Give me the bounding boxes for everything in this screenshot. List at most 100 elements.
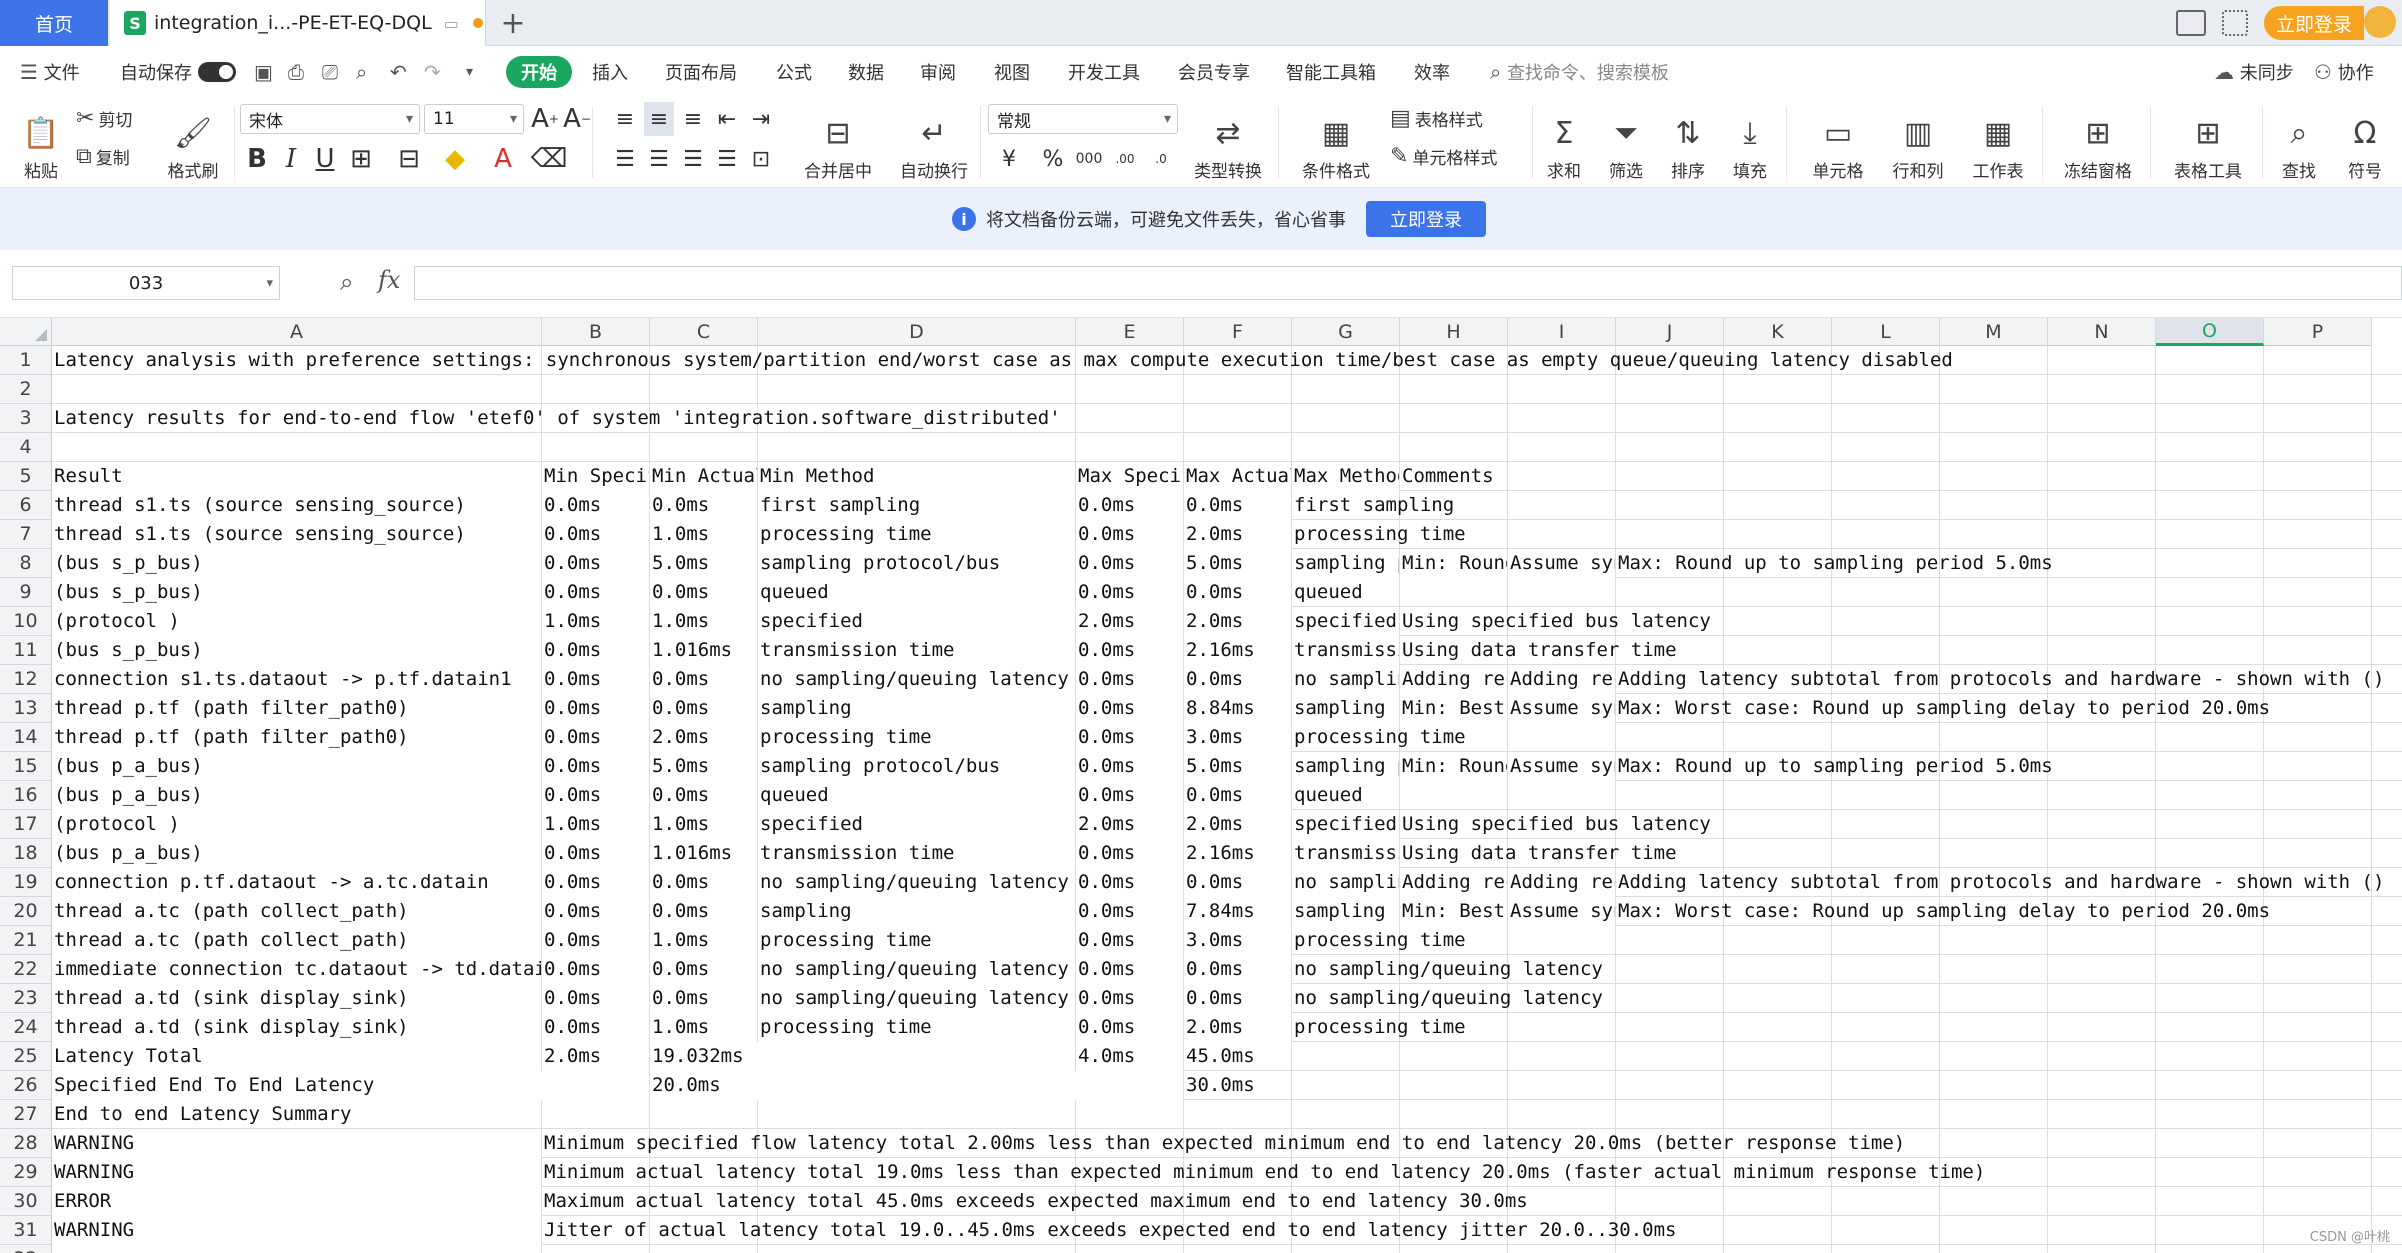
font-size-select[interactable]: 11 bbox=[424, 104, 524, 134]
type-convert-button[interactable]: ⇄ 类型转换 bbox=[1186, 100, 1270, 186]
sum-button[interactable]: Σ 求和 bbox=[1534, 100, 1594, 186]
cell-e23[interactable]: 0.0ms bbox=[1076, 984, 1183, 1013]
cell-h11[interactable]: Using data transfer time bbox=[1400, 636, 2398, 665]
cell-e22[interactable]: 0.0ms bbox=[1076, 955, 1183, 984]
wrap-text-button[interactable]: ↵ 自动换行 bbox=[892, 100, 976, 186]
cell-a13[interactable]: thread p.tf (path filter_path0) bbox=[52, 694, 541, 723]
formula-input[interactable] bbox=[414, 266, 2402, 300]
new-tab-button[interactable]: + bbox=[496, 4, 530, 42]
row-header-24[interactable]: 24 bbox=[0, 1013, 52, 1042]
cell-i19[interactable]: Adding recursive bbox=[1508, 868, 1615, 897]
row-header-23[interactable]: 23 bbox=[0, 984, 52, 1013]
underline-icon[interactable]: U bbox=[310, 142, 340, 176]
cell-e24[interactable]: 0.0ms bbox=[1076, 1013, 1183, 1042]
cell-d15[interactable]: sampling protocol/bus bbox=[758, 752, 1075, 781]
align-middle-icon[interactable]: ≡ bbox=[644, 102, 674, 136]
cell-a14[interactable]: thread p.tf (path filter_path0) bbox=[52, 723, 541, 752]
cell-f5[interactable]: Max Actual bbox=[1184, 462, 1291, 491]
save-icon[interactable]: ▣ bbox=[254, 46, 273, 98]
bold-icon[interactable]: B bbox=[242, 142, 272, 176]
row-header-21[interactable]: 21 bbox=[0, 926, 52, 955]
row-header-26[interactable]: 26 bbox=[0, 1071, 52, 1100]
cell-c23[interactable]: 0.0ms bbox=[650, 984, 757, 1013]
cell-d7[interactable]: processing time bbox=[758, 520, 1075, 549]
cell-e20[interactable]: 0.0ms bbox=[1076, 897, 1183, 926]
font-color-icon[interactable]: A bbox=[488, 142, 518, 176]
cell-g10[interactable]: specified bbox=[1292, 607, 1399, 636]
tab-member[interactable]: 会员专享 bbox=[1178, 46, 1250, 98]
cell-h13[interactable]: Min: Best case bbox=[1400, 694, 1507, 723]
cell-a15[interactable]: (bus p_a_bus) bbox=[52, 752, 541, 781]
copy-button[interactable]: ⧉ 复制 bbox=[76, 144, 130, 169]
cell-f22[interactable]: 0.0ms bbox=[1184, 955, 1291, 984]
cell-i8[interactable]: Assume synchronous bbox=[1508, 549, 1615, 578]
distribute-icon[interactable]: ⊡ bbox=[746, 142, 776, 176]
cell-e18[interactable]: 0.0ms bbox=[1076, 839, 1183, 868]
cell-a24[interactable]: thread a.td (sink display_sink) bbox=[52, 1013, 541, 1042]
cell-style-button[interactable]: ✎ 单元格样式 bbox=[1390, 144, 1497, 169]
cell-b16[interactable]: 0.0ms bbox=[542, 781, 649, 810]
cell-h19[interactable]: Adding recursive bbox=[1400, 868, 1507, 897]
italic-icon[interactable]: I bbox=[276, 142, 306, 176]
cut-button[interactable]: ✂ 剪切 bbox=[76, 106, 132, 131]
cell-g12[interactable]: no sampling/queuing latency bbox=[1292, 665, 1399, 694]
cell-a29[interactable]: WARNING bbox=[52, 1158, 541, 1187]
cell-d22[interactable]: no sampling/queuing latency bbox=[758, 955, 1075, 984]
cell-e10[interactable]: 2.0ms bbox=[1076, 607, 1183, 636]
cell-a9[interactable]: (bus s_p_bus) bbox=[52, 578, 541, 607]
cell-b30[interactable]: Maximum actual latency total 45.0ms exce… bbox=[542, 1187, 2398, 1216]
cell-j13[interactable]: Max: Worst case: Round up sampling delay… bbox=[1616, 694, 2398, 723]
cell-e19[interactable]: 0.0ms bbox=[1076, 868, 1183, 897]
cell-c25[interactable]: 19.032ms bbox=[650, 1042, 1075, 1071]
cell-b31[interactable]: Jitter of actual latency total 19.0..45.… bbox=[542, 1216, 2398, 1245]
cell-i15[interactable]: Assume synchronous bbox=[1508, 752, 1615, 781]
cell-b24[interactable]: 0.0ms bbox=[542, 1013, 649, 1042]
cell-c24[interactable]: 1.0ms bbox=[650, 1013, 757, 1042]
column-header-n[interactable]: N bbox=[2048, 318, 2156, 346]
column-header-f[interactable]: F bbox=[1184, 318, 1292, 346]
cell-f13[interactable]: 8.84ms bbox=[1184, 694, 1291, 723]
cell-c12[interactable]: 0.0ms bbox=[650, 665, 757, 694]
row-header-28[interactable]: 28 bbox=[0, 1129, 52, 1158]
cell-a3[interactable]: Latency results for end-to-end flow 'ete… bbox=[52, 404, 2398, 433]
cell-a26[interactable]: Specified End To End Latency bbox=[52, 1071, 649, 1100]
window-icon[interactable]: ▭ bbox=[444, 14, 459, 33]
quick-access-dropdown-icon[interactable]: ▾ bbox=[466, 46, 473, 98]
increase-font-icon[interactable]: A + bbox=[530, 102, 560, 136]
format-painter-button[interactable]: 🖌 格式刷 bbox=[158, 100, 228, 186]
row-header-27[interactable]: 27 bbox=[0, 1100, 52, 1129]
cell-e21[interactable]: 0.0ms bbox=[1076, 926, 1183, 955]
cell-a28[interactable]: WARNING bbox=[52, 1129, 541, 1158]
tab-developer[interactable]: 开发工具 bbox=[1068, 46, 1140, 98]
cell-e8[interactable]: 0.0ms bbox=[1076, 549, 1183, 578]
row-header-10[interactable]: 10 bbox=[0, 607, 52, 636]
cell-b28[interactable]: Minimum specified flow latency total 2.0… bbox=[542, 1129, 2398, 1158]
tab-insert[interactable]: 插入 bbox=[592, 46, 628, 98]
cell-g20[interactable]: sampling bbox=[1292, 897, 1399, 926]
percent-icon[interactable]: % bbox=[1038, 142, 1068, 176]
cell-g7[interactable]: processing time bbox=[1292, 520, 2398, 549]
cell-b10[interactable]: 1.0ms bbox=[542, 607, 649, 636]
table-style-button[interactable]: ▤ 表格样式 bbox=[1390, 106, 1483, 131]
cell-b12[interactable]: 0.0ms bbox=[542, 665, 649, 694]
number-format-select[interactable]: 常规 bbox=[988, 104, 1178, 134]
cell-h17[interactable]: Using specified bus latency bbox=[1400, 810, 2398, 839]
file-menu[interactable]: ☰ 文件 bbox=[20, 46, 80, 98]
cell-b17[interactable]: 1.0ms bbox=[542, 810, 649, 839]
freeze-panes-button[interactable]: ⊞ 冻结窗格 bbox=[2050, 100, 2146, 186]
cell-b6[interactable]: 0.0ms bbox=[542, 491, 649, 520]
cell-d23[interactable]: no sampling/queuing latency bbox=[758, 984, 1075, 1013]
cell-f15[interactable]: 5.0ms bbox=[1184, 752, 1291, 781]
column-header-j[interactable]: J bbox=[1616, 318, 1724, 346]
cell-e12[interactable]: 0.0ms bbox=[1076, 665, 1183, 694]
cell-b21[interactable]: 0.0ms bbox=[542, 926, 649, 955]
cell-d8[interactable]: sampling protocol/bus bbox=[758, 549, 1075, 578]
cell-b25[interactable]: 2.0ms bbox=[542, 1042, 649, 1071]
cell-g19[interactable]: no sampling/queuing latency bbox=[1292, 868, 1399, 897]
row-header-3[interactable]: 3 bbox=[0, 404, 52, 433]
cell-c10[interactable]: 1.0ms bbox=[650, 607, 757, 636]
cell-c16[interactable]: 0.0ms bbox=[650, 781, 757, 810]
cell-e16[interactable]: 0.0ms bbox=[1076, 781, 1183, 810]
conditional-format-button[interactable]: ▦ 条件格式 bbox=[1296, 100, 1376, 186]
cell-c20[interactable]: 0.0ms bbox=[650, 897, 757, 926]
